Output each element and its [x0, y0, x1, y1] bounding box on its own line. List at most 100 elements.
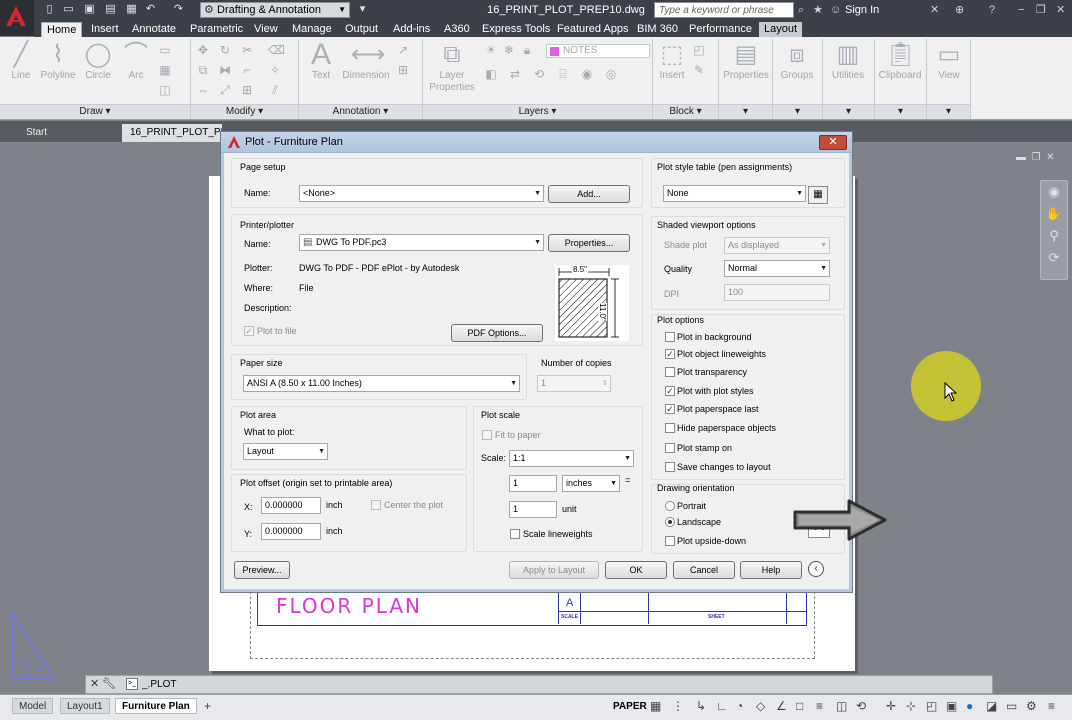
dialog-title-bar[interactable]: Plot - Furniture Plan ✕: [221, 132, 852, 153]
tab-view[interactable]: View: [249, 22, 283, 37]
properties-panel-footer[interactable]: ▾: [719, 104, 772, 119]
viewport-controls[interactable]: ▬ ❐ ✕: [1016, 152, 1066, 163]
copies-input[interactable]: 1 ⇕: [537, 375, 611, 392]
plot-style-table-dropdown[interactable]: None: [663, 185, 806, 202]
circle-button[interactable]: ◯ Circle: [80, 40, 116, 100]
plot-object-lineweights-checkbox[interactable]: ✓: [665, 349, 675, 359]
copy-icon[interactable]: ⧉: [196, 63, 210, 77]
tab-insert[interactable]: Insert: [86, 22, 124, 37]
ortho-icon[interactable]: ∟: [716, 699, 728, 713]
a360-icon[interactable]: ⊕: [955, 3, 964, 17]
layer-previous-icon[interactable]: ⟲: [532, 67, 546, 81]
cancel-button[interactable]: Cancel: [673, 561, 735, 579]
lineweight-icon[interactable]: ≡: [816, 699, 823, 713]
isolate-objects-icon[interactable]: ◪: [986, 699, 997, 713]
layer-freeze-icon[interactable]: ❄: [502, 43, 516, 57]
object-snap-tracking-icon[interactable]: ∠: [776, 699, 787, 713]
layout-tab-furniture-plan[interactable]: Furniture Plan: [115, 698, 197, 714]
zoom-icon[interactable]: ⚲: [1041, 225, 1067, 247]
pan-icon[interactable]: ✋: [1041, 203, 1067, 225]
restore-icon[interactable]: ❐: [1036, 3, 1046, 17]
object-snap-icon[interactable]: □: [796, 699, 803, 713]
tab-add-ins[interactable]: Add-ins: [388, 22, 435, 37]
center-plot-checkbox[interactable]: [371, 500, 381, 510]
mirror-icon[interactable]: ⧓: [218, 63, 232, 77]
tab-home[interactable]: Home: [41, 22, 83, 37]
groups-button[interactable]: ⧈ Groups: [776, 40, 818, 100]
layout-tab-model[interactable]: Model: [12, 698, 54, 714]
tab-annotate[interactable]: Annotate: [127, 22, 181, 37]
annotation-panel-footer[interactable]: Annotation ▾: [299, 104, 422, 119]
explode-icon[interactable]: ✧: [268, 63, 282, 77]
polyline-button[interactable]: ⌇ Polyline: [38, 40, 78, 100]
modify-panel-footer[interactable]: Modify ▾: [191, 104, 298, 119]
view-panel-footer[interactable]: ▾: [927, 104, 970, 119]
line-button[interactable]: ╱ Line: [4, 40, 38, 100]
layer-properties-button[interactable]: ⧉ Layer Properties: [428, 40, 476, 100]
utilities-panel-footer[interactable]: ▾: [823, 104, 874, 119]
plot-transparency-checkbox[interactable]: [665, 367, 675, 377]
layout-tab-layout1[interactable]: Layout1: [60, 698, 110, 714]
save-changes-to-layout-checkbox[interactable]: [665, 462, 675, 472]
clipboard-button[interactable]: 📋︎ Clipboard: [876, 40, 924, 100]
sign-in-button[interactable]: Sign In: [845, 4, 879, 16]
quality-dropdown[interactable]: Normal: [724, 260, 830, 277]
insert-block-button[interactable]: ⬚ Insert: [656, 40, 688, 100]
plot-paperspace-last-checkbox[interactable]: ✓: [665, 404, 675, 414]
properties-button[interactable]: ▤ Properties: [722, 40, 770, 100]
offset-icon[interactable]: ⫽: [268, 83, 282, 97]
layer-state-icon[interactable]: ☀: [484, 43, 498, 57]
scale-icon[interactable]: ⤢: [218, 83, 232, 97]
create-block-icon[interactable]: ◰: [692, 43, 706, 57]
printer-properties-button[interactable]: Properties...: [548, 234, 630, 252]
region-icon[interactable]: ◫: [158, 83, 172, 97]
tab-output[interactable]: Output: [340, 22, 383, 37]
add-layout-icon[interactable]: +: [204, 699, 211, 713]
restore-viewport-icon[interactable]: ❐: [1032, 152, 1041, 163]
file-tab-start[interactable]: Start: [18, 124, 55, 142]
units-icon[interactable]: ◰: [926, 699, 937, 713]
fit-to-paper-checkbox[interactable]: [482, 430, 492, 440]
plot-in-background-checkbox[interactable]: [665, 332, 675, 342]
view-button[interactable]: ▭ View: [930, 40, 968, 100]
close-command-line-icon[interactable]: ✕: [90, 676, 99, 693]
edit-block-icon[interactable]: ✎: [692, 63, 706, 77]
clipboard-panel-footer[interactable]: ▾: [875, 104, 926, 119]
plot-stamp-on-checkbox[interactable]: [665, 443, 675, 453]
infer-constraints-icon[interactable]: ↳: [696, 699, 706, 713]
clean-screen-icon[interactable]: ▭: [1006, 699, 1017, 713]
orbit-icon[interactable]: ⟳: [1041, 247, 1067, 269]
minimize-viewport-icon[interactable]: ▬: [1016, 152, 1026, 163]
close-viewport-icon[interactable]: ✕: [1046, 152, 1054, 163]
snap-icon[interactable]: ⋮: [672, 699, 684, 713]
workspace-switch-icon[interactable]: ⚙: [1026, 699, 1037, 713]
trim-icon[interactable]: ✂: [240, 43, 254, 57]
tab-manage[interactable]: Manage: [287, 22, 337, 37]
selection-cycling-icon[interactable]: ⟲: [856, 699, 866, 713]
quick-properties-icon[interactable]: ▣: [946, 699, 957, 713]
preview-button[interactable]: Preview...: [234, 561, 290, 579]
steering-wheel-icon[interactable]: ◉: [1041, 181, 1067, 203]
annotation-monitor-icon[interactable]: ⊹: [906, 699, 916, 713]
draw-panel-footer[interactable]: Draw ▾: [0, 104, 190, 119]
file-tab-drawing[interactable]: 16_PRINT_PLOT_PRE: [122, 124, 222, 142]
what-to-plot-dropdown[interactable]: Layout: [243, 443, 328, 460]
move-icon[interactable]: ✥: [196, 43, 210, 57]
help-button[interactable]: Help: [740, 561, 802, 579]
shade-plot-dropdown[interactable]: As displayed: [724, 237, 830, 254]
scale-units-dropdown[interactable]: inches: [562, 475, 620, 492]
utilities-button[interactable]: ▥ Utilities: [826, 40, 870, 100]
space-indicator[interactable]: PAPER: [613, 701, 647, 712]
scale-drawing-units-input[interactable]: 1: [509, 501, 557, 518]
plot-with-plot-styles-checkbox[interactable]: ✓: [665, 386, 675, 396]
move-gizmo-icon[interactable]: ✛: [886, 699, 896, 713]
paper-size-dropdown[interactable]: ANSI A (8.50 x 11.00 Inches): [243, 375, 520, 392]
block-panel-footer[interactable]: Block ▾: [653, 104, 718, 119]
layers-panel-footer[interactable]: Layers ▾: [423, 104, 652, 119]
layer-match-icon[interactable]: ⇄: [508, 67, 522, 81]
isodraft-icon[interactable]: ◇: [756, 699, 765, 713]
apply-to-layout-button[interactable]: Apply to Layout: [509, 561, 599, 579]
hide-paperspace-objects-checkbox[interactable]: [665, 423, 675, 433]
command-line[interactable]: ✕ 🔧︎ >_ _.PLOT: [85, 675, 993, 694]
layer-lock-icon[interactable]: 🔒︎: [520, 43, 534, 57]
